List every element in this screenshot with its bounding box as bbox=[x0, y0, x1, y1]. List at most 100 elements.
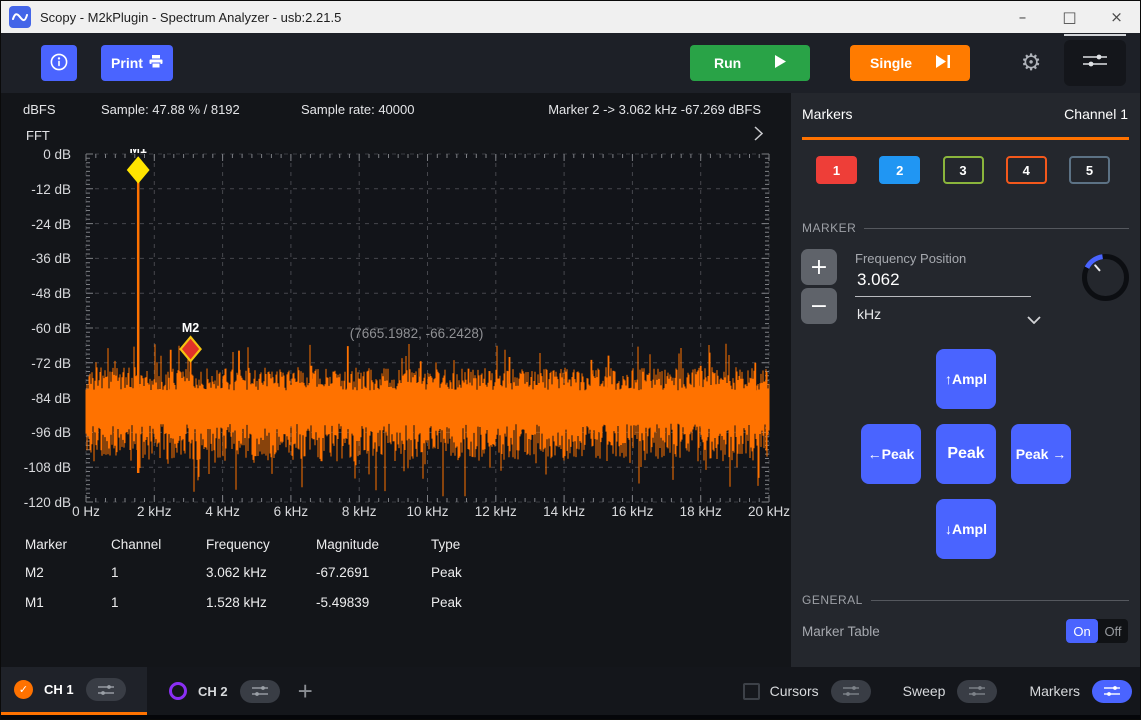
peak-right-button[interactable]: Peak → bbox=[1011, 424, 1071, 484]
chevron-right-icon[interactable] bbox=[754, 126, 763, 146]
marker-table-cell: Peak bbox=[431, 565, 511, 580]
add-channel-button[interactable]: + bbox=[298, 678, 313, 704]
chevron-down-icon[interactable] bbox=[1027, 311, 1041, 329]
main-content: dBFS Sample: 47.88 % / 8192 Sample rate:… bbox=[1, 93, 1140, 667]
y-unit-label: dBFS bbox=[23, 102, 56, 117]
marker-table-header-cell: Marker bbox=[25, 537, 111, 552]
sample-status: Sample: 47.88 % / 8192 bbox=[101, 102, 240, 117]
ampl-up-button[interactable]: ↑Ampl bbox=[936, 349, 996, 409]
single-button-label: Single bbox=[870, 55, 912, 71]
marker-selector-row: 12345 bbox=[816, 156, 1110, 184]
marker-table-cell: 3.062 kHz bbox=[206, 565, 316, 580]
y-tick-label: -60 dB bbox=[31, 321, 71, 336]
sweep-settings-button[interactable] bbox=[957, 680, 997, 703]
info-button[interactable] bbox=[41, 45, 77, 81]
close-button[interactable]: × bbox=[1093, 1, 1140, 33]
channel-2-settings-button[interactable] bbox=[240, 680, 280, 703]
x-tick-label: 14 kHz bbox=[543, 504, 585, 519]
marker-table-header: MarkerChannelFrequencyMagnitudeType bbox=[1, 531, 785, 557]
y-tick-label: -96 dB bbox=[31, 425, 71, 440]
x-tick-label: 4 kHz bbox=[205, 504, 240, 519]
marker-select-button-1[interactable]: 1 bbox=[816, 156, 857, 184]
channel-1-enabled-check-icon[interactable]: ✓ bbox=[14, 680, 33, 699]
toggle-on[interactable]: On bbox=[1066, 619, 1098, 643]
toggle-off[interactable]: Off bbox=[1098, 619, 1128, 643]
plot-annotation: (7665.1982, -66.2428) bbox=[350, 326, 484, 341]
marker-table-header-cell: Type bbox=[431, 537, 511, 552]
panel-title: Markers bbox=[802, 106, 853, 122]
marker-table-header-cell: Frequency bbox=[206, 537, 316, 552]
marker-select-button-2[interactable]: 2 bbox=[879, 156, 920, 184]
marker-table-row[interactable]: M111.528 kHz-5.49839Peak bbox=[1, 587, 785, 617]
x-tick-label: 18 kHz bbox=[680, 504, 722, 519]
spectrum-plot-canvas[interactable]: (7665.1982, -66.2428)M1M2 bbox=[85, 149, 775, 503]
ampl-down-button[interactable]: ↓Ampl bbox=[936, 499, 996, 559]
sweep-label: Sweep bbox=[903, 683, 946, 699]
minimize-button[interactable]: – bbox=[999, 1, 1046, 33]
y-tick-label: -72 dB bbox=[31, 356, 71, 371]
marker-select-button-5[interactable]: 5 bbox=[1069, 156, 1110, 184]
section-divider bbox=[864, 228, 1129, 229]
cursors-label: Cursors bbox=[770, 683, 819, 699]
channel-1-tab[interactable]: ✓ CH 1 bbox=[1, 667, 147, 715]
frequency-decrement-button[interactable]: − bbox=[801, 288, 837, 324]
marker-section-label: MARKER bbox=[802, 221, 856, 235]
single-button[interactable]: Single bbox=[850, 45, 970, 81]
maximize-button[interactable]: □ bbox=[1046, 1, 1093, 33]
window-controls: – □ × bbox=[999, 1, 1140, 33]
markers-settings-button[interactable] bbox=[1092, 680, 1132, 703]
printer-icon bbox=[149, 55, 163, 71]
marker-table-cell: M1 bbox=[25, 595, 111, 610]
window-title: Scopy - M2kPlugin - Spectrum Analyzer - … bbox=[40, 10, 341, 25]
sample-rate-status: Sample rate: 40000 bbox=[301, 102, 414, 117]
x-tick-label: 10 kHz bbox=[406, 504, 448, 519]
section-divider bbox=[871, 600, 1129, 601]
gear-icon[interactable]: ⚙ bbox=[1016, 52, 1046, 75]
frequency-position-input[interactable] bbox=[855, 270, 1031, 297]
cursors-checkbox[interactable] bbox=[743, 683, 760, 700]
channel-2-tab[interactable]: CH 2 bbox=[169, 667, 280, 715]
panel-toggle-active-indicator bbox=[1064, 34, 1126, 36]
peak-left-button[interactable]: ←Peak bbox=[861, 424, 921, 484]
x-tick-label: 20 kHz bbox=[748, 504, 790, 519]
sliders-icon bbox=[1082, 53, 1108, 74]
marker-select-button-3[interactable]: 3 bbox=[943, 156, 984, 184]
bottom-channel-bar: ✓ CH 1 CH 2 + Cursors Sweep bbox=[1, 667, 1140, 719]
info-icon bbox=[49, 52, 69, 75]
cursors-settings-button[interactable] bbox=[831, 680, 871, 703]
marker-table-toggle[interactable]: On Off bbox=[1066, 619, 1128, 643]
titlebar: Scopy - M2kPlugin - Spectrum Analyzer - … bbox=[1, 1, 1140, 33]
scopy-logo-icon bbox=[9, 6, 31, 28]
run-button[interactable]: Run bbox=[690, 45, 810, 81]
right-panel-toggle-button[interactable] bbox=[1064, 40, 1126, 86]
channel-2-disabled-circle-icon[interactable] bbox=[169, 682, 187, 700]
y-tick-label: -84 dB bbox=[31, 391, 71, 406]
y-tick-label: -12 dB bbox=[31, 182, 71, 197]
marker-table-cell: -5.49839 bbox=[316, 595, 431, 610]
marker-select-button-4[interactable]: 4 bbox=[1006, 156, 1047, 184]
marker-table-toggle-label: Marker Table bbox=[802, 624, 880, 639]
x-tick-label: 0 Hz bbox=[72, 504, 100, 519]
print-button[interactable]: Print bbox=[101, 45, 173, 81]
channel-1-settings-button[interactable] bbox=[86, 678, 126, 701]
marker-table-header-cell: Magnitude bbox=[316, 537, 431, 552]
fft-mode-label: FFT bbox=[26, 128, 50, 143]
marker-table-cell: M2 bbox=[25, 565, 111, 580]
general-section-label: GENERAL bbox=[802, 593, 863, 607]
y-tick-label: -48 dB bbox=[31, 286, 71, 301]
frequency-increment-button[interactable]: + bbox=[801, 249, 837, 285]
x-tick-label: 16 kHz bbox=[611, 504, 653, 519]
run-button-label: Run bbox=[714, 55, 741, 71]
frequency-knob[interactable] bbox=[1079, 251, 1132, 309]
marker-table-cell: 1 bbox=[111, 565, 206, 580]
marker-table-row[interactable]: M213.062 kHz-67.2691Peak bbox=[1, 557, 785, 587]
marker-readout: Marker 2 -> 3.062 kHz -67.269 dBFS bbox=[548, 102, 761, 117]
marker-table-cell: -67.2691 bbox=[316, 565, 431, 580]
x-axis-tick-labels: 0 Hz2 kHz4 kHz6 kHz8 kHz10 kHz12 kHz14 k… bbox=[1, 504, 791, 520]
peak-button[interactable]: Peak bbox=[936, 424, 996, 484]
frequency-unit-select[interactable]: kHz bbox=[857, 306, 881, 322]
y-tick-label: -108 dB bbox=[24, 460, 71, 475]
x-tick-label: 12 kHz bbox=[475, 504, 517, 519]
bottom-toggles: Cursors Sweep Markers bbox=[743, 667, 1132, 715]
y-tick-label: -36 dB bbox=[31, 251, 71, 266]
